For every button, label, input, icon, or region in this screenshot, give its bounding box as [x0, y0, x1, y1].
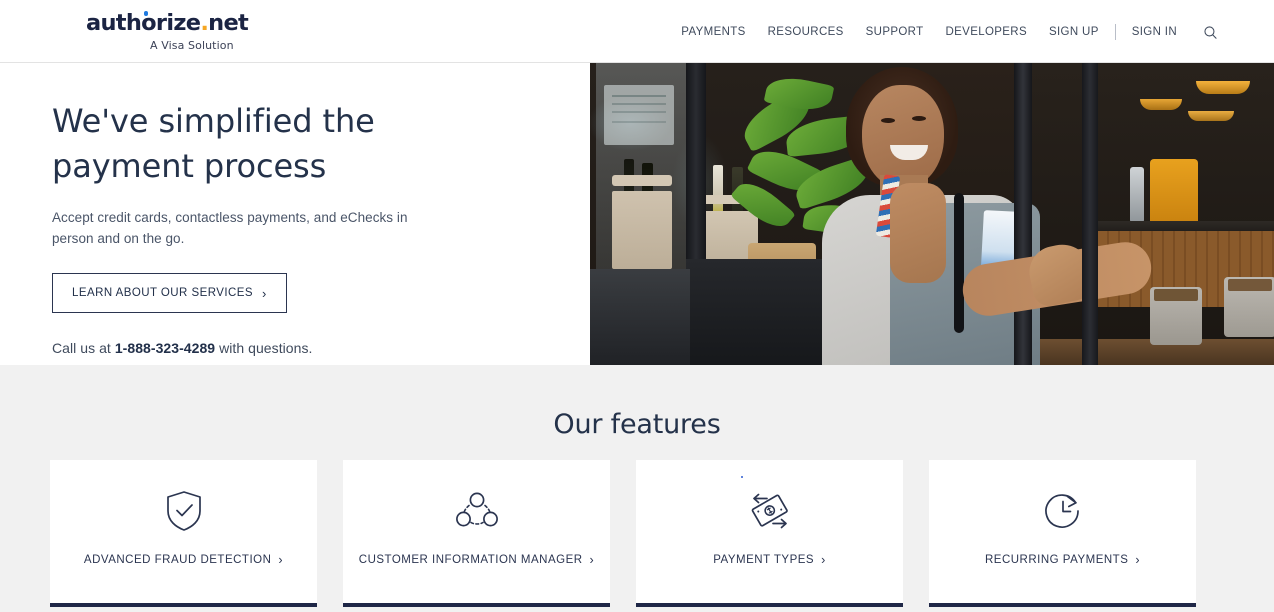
shield-check-icon — [164, 490, 204, 532]
nav-item-resources[interactable]: RESOURCES — [757, 24, 855, 40]
hero-img-person-arm — [890, 183, 946, 283]
feature-label-text: ADVANCED FRAUD DETECTION — [83, 554, 272, 567]
hero-image — [590, 63, 1274, 365]
hero-img-pendant-lamp — [1188, 111, 1234, 121]
nav-item-sign-in[interactable]: SIGN IN — [1121, 24, 1188, 40]
search-icon — [1203, 25, 1217, 39]
contact-phone-line: Call us at 1-888-323-4289 with questions… — [52, 340, 522, 356]
nav-item-support[interactable]: SUPPORT — [855, 24, 935, 40]
hero-img-beer-tap — [1130, 167, 1144, 223]
hero-img-door-handle — [954, 193, 964, 333]
feature-card-label: PAYMENT TYPES › — [713, 554, 826, 567]
logo-text-part-3: net — [208, 10, 249, 36]
hero-img-bottle — [713, 165, 723, 217]
logo-tagline: A Visa Solution — [150, 38, 234, 52]
hero-img-pendant-lamp — [1140, 99, 1182, 110]
hero-img-door-frame — [1014, 63, 1032, 365]
feature-card-payment-types[interactable]: PAYMENT TYPES › — [636, 460, 903, 607]
hero-img-window-sign — [604, 85, 674, 145]
hero-img-wooden-crate — [612, 191, 672, 269]
search-button[interactable] — [1202, 24, 1218, 40]
hero-section: We've simplified the payment process Acc… — [0, 63, 1274, 365]
feature-card-label: CUSTOMER INFORMATION MANAGER › — [359, 554, 594, 567]
user-group-network-icon — [455, 490, 499, 532]
nav-item-payments[interactable]: PAYMENTS — [681, 24, 756, 40]
feature-cards: ADVANCED FRAUD DETECTION › CUSTOMER INFO… — [50, 460, 1196, 607]
chevron-right-icon: › — [821, 553, 826, 567]
page-title: We've simplified the payment process — [52, 102, 375, 185]
hero-img-pendant-lamp — [1196, 81, 1250, 94]
features-heading: Our features — [553, 409, 721, 440]
feature-label-text: RECURRING PAYMENTS — [984, 554, 1129, 567]
hero-img-stool — [1224, 277, 1274, 337]
feature-card-advanced-fraud-detection[interactable]: ADVANCED FRAUD DETECTION › — [50, 460, 317, 607]
hero-img-floor — [1020, 339, 1274, 365]
cta-label: LEARN ABOUT OUR SERVICES — [72, 286, 254, 299]
hero-subtitle: Accept credit cards, contactless payment… — [52, 210, 408, 246]
logo-text-part-1: author — [86, 10, 167, 36]
hero-img-person-face — [862, 85, 944, 189]
hero-img-beer-tap — [1150, 159, 1198, 225]
logo-text-part-2: ize — [166, 10, 201, 36]
phone-prefix: Call us at — [52, 340, 115, 356]
logo-wordmark: authorize.net — [86, 10, 346, 36]
money-transfer-icon — [747, 490, 793, 532]
feature-card-customer-information-manager[interactable]: CUSTOMER INFORMATION MANAGER › — [343, 460, 610, 607]
chevron-right-icon: › — [278, 553, 284, 567]
nav-divider — [1114, 24, 1116, 40]
hero-img-stool — [1150, 287, 1202, 345]
hero-img-counter — [590, 269, 690, 365]
site-logo[interactable]: authorize.net A Visa Solution — [86, 10, 346, 52]
chevron-right-icon: › — [589, 553, 595, 567]
hero-img-crate-handle — [612, 175, 672, 186]
phone-suffix: with questions. — [215, 340, 313, 356]
learn-about-services-button[interactable]: LEARN ABOUT OUR SERVICES › — [52, 273, 287, 313]
clock-refresh-icon — [1042, 490, 1084, 532]
feature-card-recurring-payments[interactable]: RECURRING PAYMENTS › — [929, 460, 1196, 607]
feature-label-text: CUSTOMER INFORMATION MANAGER — [358, 554, 583, 567]
nav-item-sign-up[interactable]: SIGN UP — [1038, 24, 1110, 40]
site-header: authorize.net A Visa Solution PAYMENTS R… — [0, 0, 1274, 63]
stray-pixel-artifact — [741, 476, 743, 478]
feature-label-text: PAYMENT TYPES — [713, 554, 815, 567]
hero-copy: We've simplified the payment process Acc… — [52, 99, 522, 356]
phone-number-link[interactable]: 1-888-323-4289 — [115, 340, 215, 356]
feature-card-label: RECURRING PAYMENTS › — [985, 554, 1140, 567]
logo-i-dot-icon — [143, 11, 148, 16]
nav-item-developers[interactable]: DEVELOPERS — [935, 24, 1038, 40]
logo-dot-orange: . — [200, 10, 209, 36]
hero-img-person-eye — [881, 118, 895, 123]
primary-navigation: PAYMENTS RESOURCES SUPPORT DEVELOPERS SI… — [681, 24, 1218, 40]
chevron-right-icon: › — [1135, 553, 1141, 567]
page-root: authorize.net A Visa Solution PAYMENTS R… — [0, 0, 1274, 612]
feature-card-label: ADVANCED FRAUD DETECTION › — [84, 554, 283, 567]
chevron-right-icon: › — [262, 286, 267, 301]
hero-img-person-eye — [912, 116, 926, 121]
features-section: Our features ADVANCED FRAUD DETECTION › — [0, 365, 1274, 612]
hero-img-door-frame — [1082, 63, 1098, 365]
